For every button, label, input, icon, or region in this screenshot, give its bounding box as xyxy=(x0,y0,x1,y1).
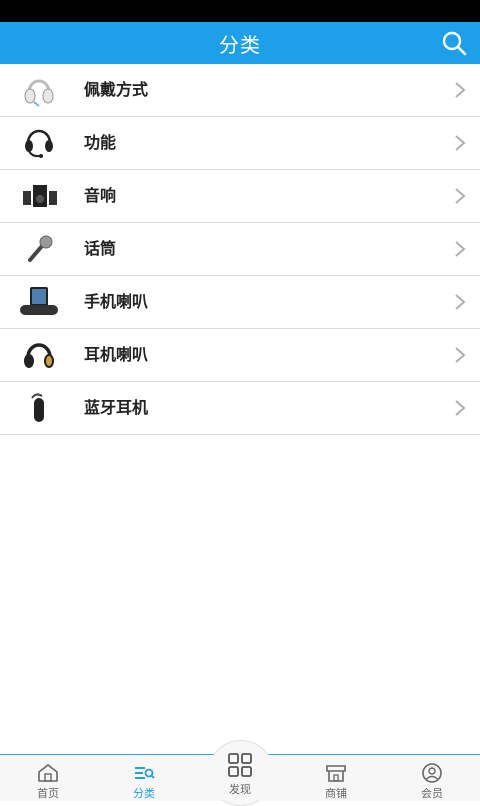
user-icon xyxy=(420,763,444,783)
category-label: 耳机喇叭 xyxy=(84,345,149,364)
tab-store[interactable]: 商铺 xyxy=(288,755,384,801)
headphones-white-thumb xyxy=(18,70,60,110)
grid-icon xyxy=(227,752,253,778)
tab-label: 首页 xyxy=(37,787,59,800)
category-label: 手机喇叭 xyxy=(84,292,149,311)
category-item-phone-speaker[interactable]: 手机喇叭 xyxy=(0,276,480,329)
tab-member[interactable]: 会员 xyxy=(384,755,480,801)
chevron-right-icon xyxy=(455,347,466,363)
category-item-headphone-speaker[interactable]: 耳机喇叭 xyxy=(0,329,480,382)
bluetooth-earpiece-thumb xyxy=(18,388,60,428)
category-item-microphone[interactable]: 话筒 xyxy=(0,223,480,276)
chevron-right-icon xyxy=(455,294,466,310)
tab-discover[interactable]: 发现 xyxy=(192,744,288,800)
category-label: 功能 xyxy=(84,133,117,152)
tab-label: 会员 xyxy=(421,787,443,800)
app-header: 分类 xyxy=(0,22,480,64)
headphones-black-thumb xyxy=(18,335,60,375)
category-list: 佩戴方式 功能 音响 话筒 手机喇叭 耳机喇叭 蓝牙耳机 xyxy=(0,64,480,435)
tab-label: 分类 xyxy=(133,787,155,800)
chevron-right-icon xyxy=(455,241,466,257)
chevron-right-icon xyxy=(455,82,466,98)
dock-speaker-thumb xyxy=(18,282,60,322)
category-item-function[interactable]: 功能 xyxy=(0,117,480,170)
tab-category[interactable]: 分类 xyxy=(96,755,192,801)
tab-home[interactable]: 首页 xyxy=(0,755,96,801)
page-title: 分类 xyxy=(219,32,261,57)
tab-label: 商铺 xyxy=(325,787,347,800)
category-item-wearing-style[interactable]: 佩戴方式 xyxy=(0,64,480,117)
category-item-bluetooth-headset[interactable]: 蓝牙耳机 xyxy=(0,382,480,435)
chevron-right-icon xyxy=(455,400,466,416)
category-list-icon xyxy=(132,763,156,783)
home-icon xyxy=(36,763,60,783)
category-label: 蓝牙耳机 xyxy=(84,398,149,417)
search-icon[interactable] xyxy=(438,27,470,59)
microphone-thumb xyxy=(18,229,60,269)
category-label: 音响 xyxy=(84,186,117,205)
status-bar xyxy=(0,0,480,22)
speaker-set-thumb xyxy=(18,176,60,216)
store-icon xyxy=(324,763,348,783)
category-item-audio[interactable]: 音响 xyxy=(0,170,480,223)
tab-label: 发现 xyxy=(229,783,251,796)
headset-mic-thumb xyxy=(18,123,60,163)
chevron-right-icon xyxy=(455,188,466,204)
chevron-right-icon xyxy=(455,135,466,151)
category-label: 话筒 xyxy=(84,239,117,258)
category-label: 佩戴方式 xyxy=(84,80,149,99)
